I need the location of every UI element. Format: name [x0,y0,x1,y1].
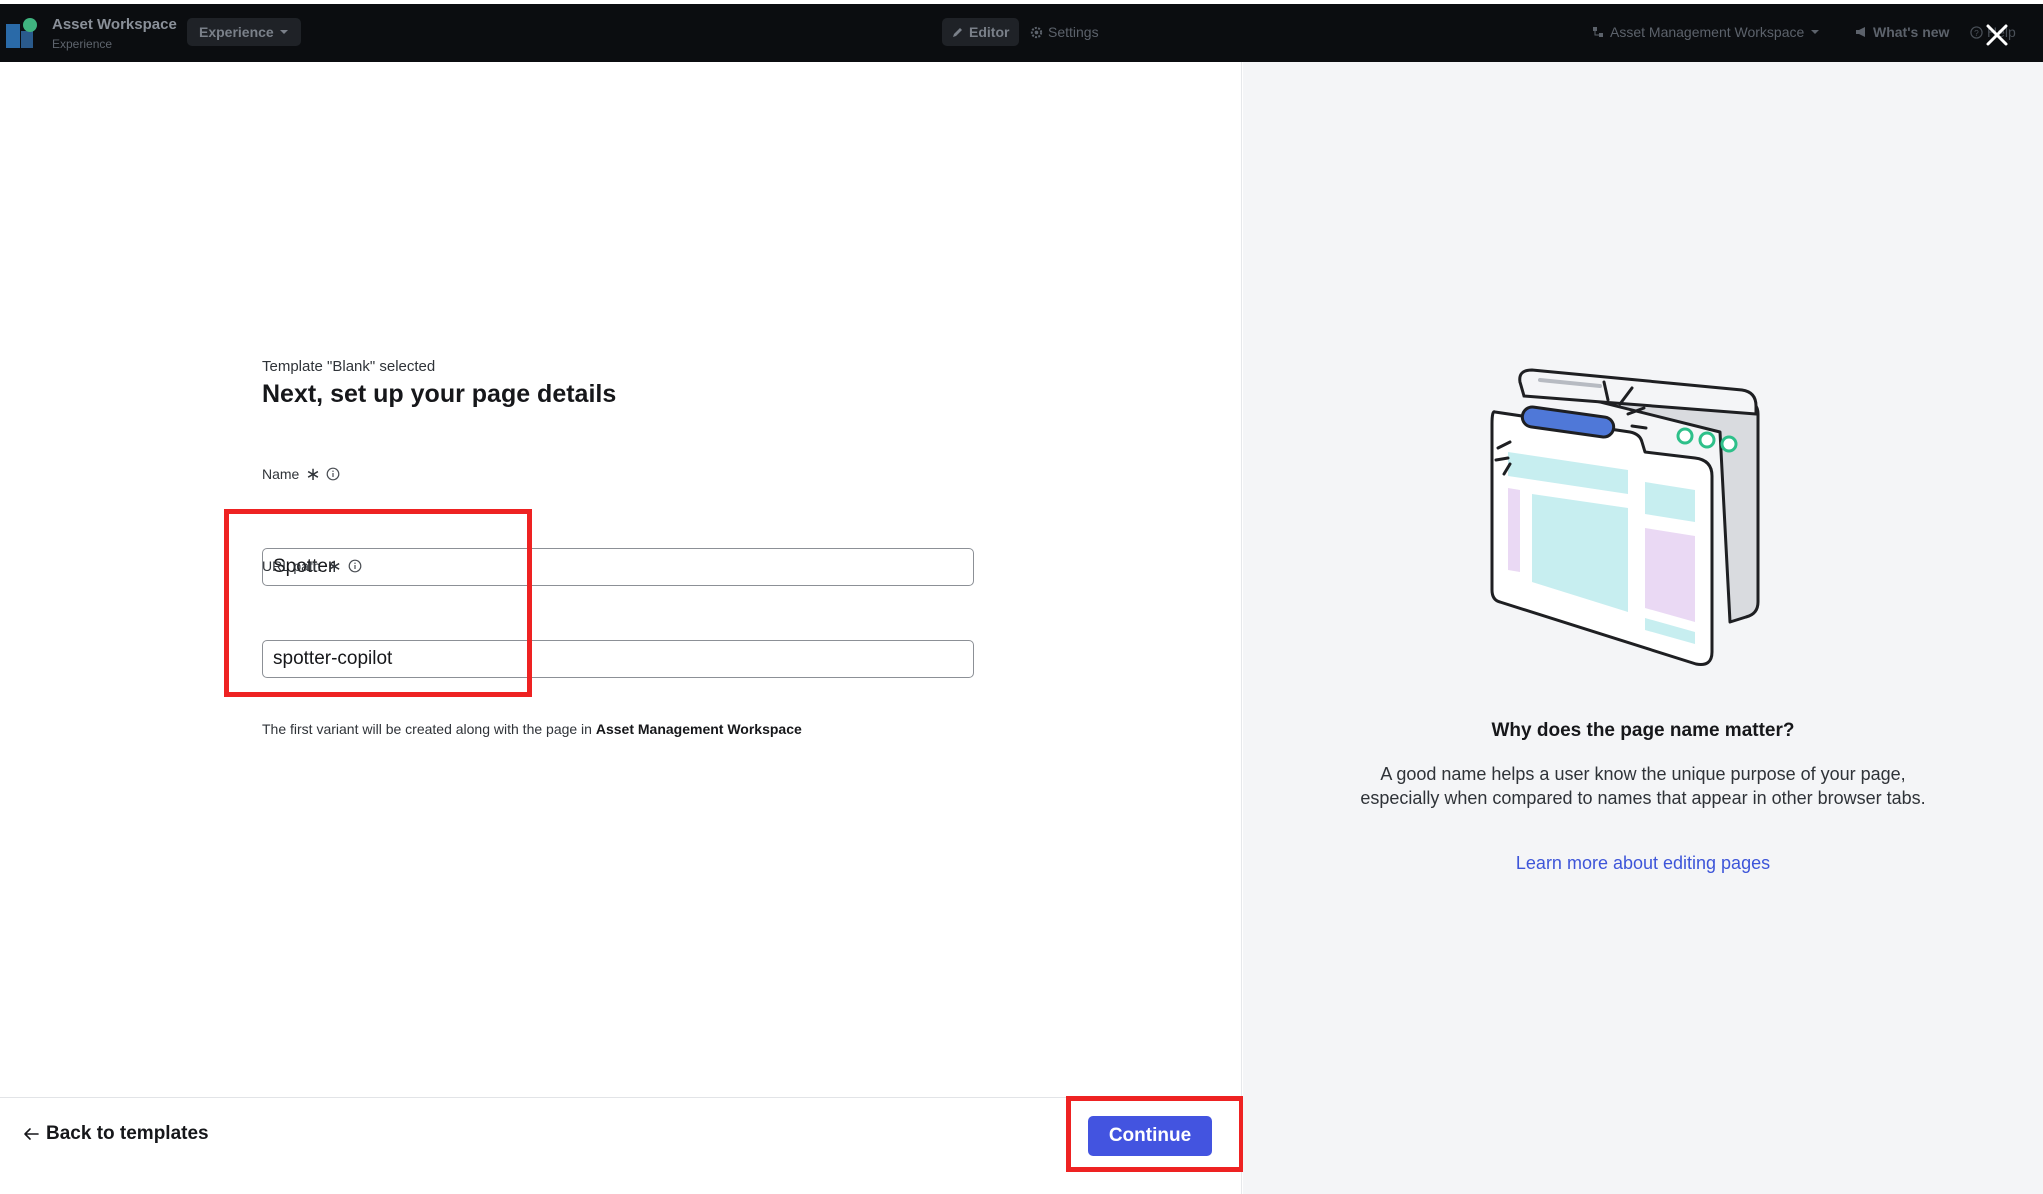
variant-note: The first variant will be created along … [262,721,802,737]
megaphone-icon [1856,27,1865,37]
arrow-left-icon [24,1128,39,1140]
workspace-selector[interactable]: Asset Management Workspace [1592,18,1820,46]
name-input[interactable] [262,548,974,586]
name-label-text: Name [262,466,300,482]
top-app-bar: Asset Workspace Experience Experience Ed… [0,4,2043,62]
info-title: Why does the page name matter? [1491,720,1795,741]
workspace-icon [1593,27,1603,37]
experience-label: Experience [199,24,274,40]
tab-editor-label: Editor [969,24,1010,40]
svg-text:?: ? [1974,27,1979,37]
chevron-down-icon [279,30,288,34]
variant-note-workspace: Asset Management Workspace [595,721,802,737]
workspace-label: Asset Management Workspace [1610,24,1805,40]
tab-settings[interactable]: Settings [1030,18,1099,46]
experience-dropdown[interactable]: Experience [187,18,301,46]
chevron-down-icon [1811,30,1820,34]
tab-settings-label: Settings [1048,24,1099,40]
url-path-field-label: URL path ∗ [262,556,362,576]
whats-new-label: What's new [1873,24,1950,40]
app-title: Asset Workspace [52,16,177,33]
back-to-templates-label: Back to templates [46,1123,209,1144]
learn-more-container: Learn more about editing pages [1243,853,2043,874]
close-button[interactable] [1982,20,2012,50]
footer-divider [0,1097,1242,1098]
learn-more-link[interactable]: Learn more about editing pages [1516,853,1770,873]
browser-illustration [1490,368,1760,666]
page-details-panel [0,62,1242,1194]
variant-note-text: The first variant will be created along … [262,721,596,737]
app-logo [6,18,38,50]
close-icon [1986,24,2008,46]
template-selected-note: Template "Blank" selected [262,358,436,375]
name-field-label: Name ∗ [262,464,340,484]
url-path-input[interactable] [262,640,974,678]
required-mark: ∗ [305,464,321,484]
url-label-text: URL path [262,558,321,574]
tab-editor[interactable]: Editor [942,18,1020,46]
continue-button[interactable]: Continue [1088,1116,1212,1156]
whats-new-button[interactable]: What's new [1855,18,1949,46]
back-to-templates-link[interactable]: Back to templates [22,1123,209,1145]
page-title: Next, set up your page details [262,380,617,408]
info-icon[interactable] [348,559,362,573]
required-mark: ∗ [326,556,342,576]
info-body: A good name helps a user know the unique… [1360,764,1926,808]
app-subtitle: Experience [52,37,113,51]
gear-icon [1030,26,1043,38]
pencil-icon [953,28,962,37]
info-icon[interactable] [326,467,340,481]
